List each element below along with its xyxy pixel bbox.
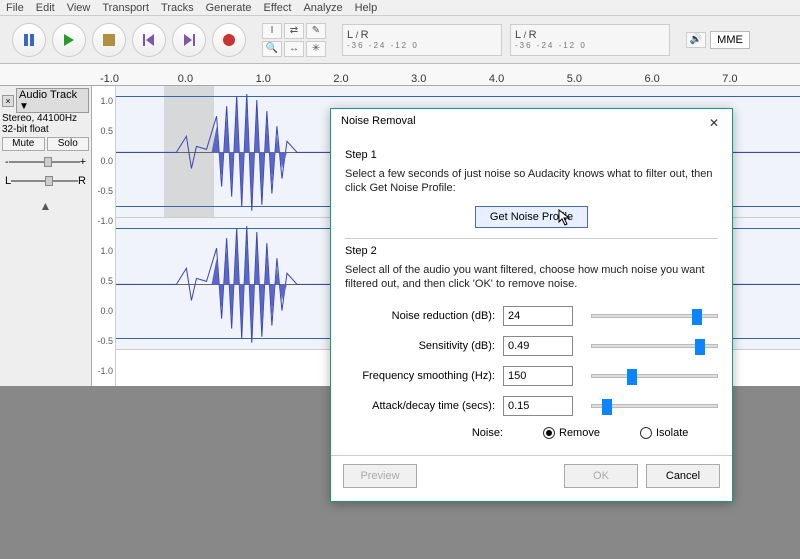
track-control-panel: × Audio Track ▼ Stereo, 44100Hz 32-bit f… bbox=[0, 86, 92, 386]
get-noise-profile-button[interactable]: Get Noise Profile bbox=[475, 206, 588, 228]
track-format-label: Stereo, 44100Hz bbox=[2, 113, 89, 124]
attack-decay-label: Attack/decay time (secs): bbox=[345, 400, 495, 412]
play-button[interactable] bbox=[52, 23, 86, 57]
menu-tracks[interactable]: Tracks bbox=[161, 0, 194, 15]
menu-analyze[interactable]: Analyze bbox=[303, 0, 342, 15]
host-select[interactable]: MME bbox=[710, 31, 750, 49]
noise-remove-radio[interactable]: Remove bbox=[543, 427, 600, 439]
draw-tool[interactable]: ✎ bbox=[306, 23, 326, 39]
gain-slider[interactable]: -+ bbox=[2, 154, 89, 170]
cursor-toolbox: I ⇄ ✎ 🔍 ↔ ✳ bbox=[262, 23, 326, 57]
stop-button[interactable] bbox=[92, 23, 126, 57]
speaker-icon: 🔊 bbox=[686, 32, 706, 48]
skip-start-button[interactable] bbox=[132, 23, 166, 57]
zoom-tool[interactable]: 🔍 bbox=[262, 41, 282, 57]
envelope-tool[interactable]: ⇄ bbox=[284, 23, 304, 39]
sensitivity-label: Sensitivity (dB): bbox=[345, 340, 495, 352]
step1-text: Select a few seconds of just noise so Au… bbox=[345, 167, 718, 196]
freq-smoothing-label: Frequency smoothing (Hz): bbox=[345, 370, 495, 382]
dialog-close-button[interactable]: ✕ bbox=[706, 115, 722, 131]
noise-reduction-label: Noise reduction (dB): bbox=[345, 310, 495, 322]
record-meter[interactable]: L / R -36 -24 -12 0 bbox=[510, 24, 670, 56]
main-toolbar: I ⇄ ✎ 🔍 ↔ ✳ L / R -36 -24 -12 0 L / R -3… bbox=[0, 16, 800, 64]
freq-smoothing-slider[interactable] bbox=[591, 374, 718, 378]
track-close-button[interactable]: × bbox=[2, 95, 14, 107]
sensitivity-slider[interactable] bbox=[591, 344, 718, 348]
freq-smoothing-input[interactable] bbox=[503, 366, 573, 386]
menu-view[interactable]: View bbox=[67, 0, 91, 15]
step2-label: Step 2 bbox=[345, 245, 718, 257]
pan-slider[interactable]: LR bbox=[2, 173, 89, 189]
pause-button[interactable] bbox=[12, 23, 46, 57]
solo-button[interactable]: Solo bbox=[47, 137, 90, 151]
time-ruler[interactable]: -1.0 0.0 1.0 2.0 3.0 4.0 5.0 6.0 7.0 bbox=[0, 64, 800, 86]
noise-reduction-slider[interactable] bbox=[591, 314, 718, 318]
timeshift-tool[interactable]: ↔ bbox=[284, 41, 304, 57]
menu-help[interactable]: Help bbox=[355, 0, 378, 15]
amplitude-scale: 1.00.50.0-0.5-1.0 1.00.50.0-0.5-1.0 bbox=[92, 86, 116, 386]
attack-decay-input[interactable] bbox=[503, 396, 573, 416]
record-button[interactable] bbox=[212, 23, 246, 57]
menu-generate[interactable]: Generate bbox=[206, 0, 252, 15]
track-collapse-button[interactable]: ▲ bbox=[2, 199, 89, 213]
noise-removal-dialog: Noise Removal ✕ Step 1 Select a few seco… bbox=[330, 108, 733, 502]
menu-edit[interactable]: Edit bbox=[36, 0, 55, 15]
menu-bar: File Edit View Transport Tracks Generate… bbox=[0, 0, 800, 16]
mute-button[interactable]: Mute bbox=[2, 137, 45, 151]
sensitivity-input[interactable] bbox=[503, 336, 573, 356]
selection-tool[interactable]: I bbox=[262, 23, 282, 39]
noise-reduction-input[interactable] bbox=[503, 306, 573, 326]
noise-isolate-radio[interactable]: Isolate bbox=[640, 427, 688, 439]
cancel-button[interactable]: Cancel bbox=[646, 464, 720, 488]
skip-end-button[interactable] bbox=[172, 23, 206, 57]
attack-decay-slider[interactable] bbox=[591, 404, 718, 408]
menu-file[interactable]: File bbox=[6, 0, 24, 15]
menu-transport[interactable]: Transport bbox=[102, 0, 149, 15]
step2-text: Select all of the audio you want filtere… bbox=[345, 263, 718, 292]
ok-button[interactable]: OK bbox=[564, 464, 638, 488]
preview-button[interactable]: Preview bbox=[343, 464, 417, 488]
track-bitdepth-label: 32-bit float bbox=[2, 124, 89, 135]
menu-effect[interactable]: Effect bbox=[264, 0, 292, 15]
step1-label: Step 1 bbox=[345, 149, 718, 161]
noise-mode-label: Noise: bbox=[465, 427, 503, 439]
multi-tool[interactable]: ✳ bbox=[306, 41, 326, 57]
dialog-title: Noise Removal bbox=[341, 115, 416, 131]
playback-meter[interactable]: L / R -36 -24 -12 0 bbox=[342, 24, 502, 56]
track-menu-dropdown[interactable]: Audio Track ▼ bbox=[16, 88, 89, 113]
